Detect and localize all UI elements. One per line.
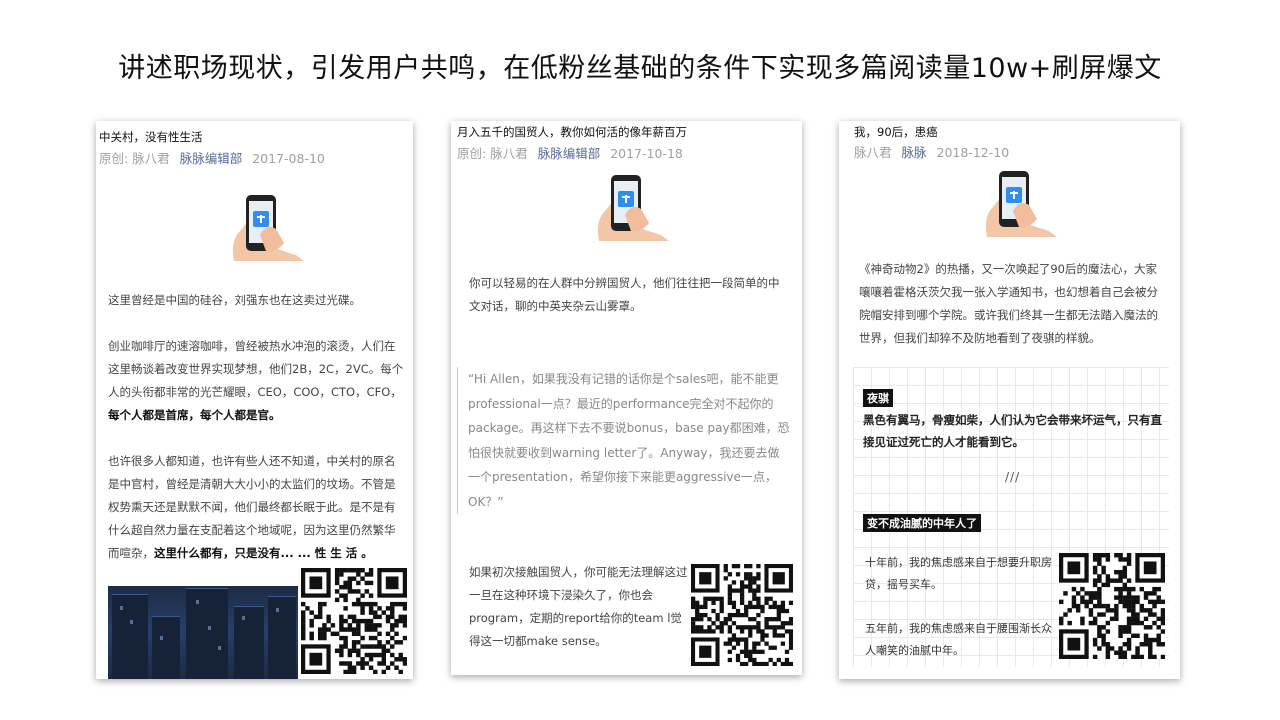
article-meta: 脉八君 脉脉 2018-12-10 — [854, 142, 1009, 161]
meta-prefix: 原创: — [457, 146, 487, 161]
article-title: 中关村，没有性生活 — [99, 130, 203, 144]
meta-date: 2017-10-18 — [610, 146, 683, 161]
qr-code-icon — [691, 564, 793, 666]
article-paragraph: 如果初次接触国贸人，你可能无法理解这过一旦在这种环境下浸染久了，你也会progr… — [469, 565, 688, 648]
city-night-image — [108, 586, 298, 679]
article-card-2: 月入五千的国贸人，教你如何活的像年薪百万 原创: 脉八君 脉脉编辑部 2017-… — [451, 121, 802, 675]
section-tag: 变不成油腻的中年人了 — [863, 514, 981, 532]
meta-account-link[interactable]: 脉脉编辑部 — [538, 146, 601, 161]
article-paragraph: 《神奇动物2》的热播，又一次唤起了90后的魔法心，大家嚷嚷着霍格沃茨欠我一张入学… — [859, 262, 1158, 345]
article-meta: 原创: 脉八君 脉脉编辑部 2017-10-18 — [457, 143, 683, 162]
article-paragraph: 你可以轻易的在人群中分辨国贸人，他们往往把一段简单的中文对话，聊的中英夹杂云山雾… — [469, 276, 780, 313]
meta-date: 2017-08-10 — [252, 151, 325, 166]
meta-account-link[interactable]: 脉脉 — [902, 145, 927, 160]
meta-date: 2018-12-10 — [936, 145, 1010, 160]
meta-author[interactable]: 脉八君 — [490, 146, 528, 161]
meta-author[interactable]: 脉八君 — [854, 145, 892, 160]
qr-code-icon — [301, 568, 407, 674]
article-card-3: 我，90后，患癌 脉八君 脉脉 2018-12-10 《神奇动物2》的热播，又一… — [839, 121, 1180, 679]
section-text: 十年前，我的焦虑感来自于想要升职房贷，摇号买车。 — [865, 556, 1052, 591]
meta-account-link[interactable]: 脉脉编辑部 — [180, 151, 243, 166]
section-text: 五年前，我的焦虑感来自于腰围渐长众人嘲笑的油腻中年。 — [865, 622, 1052, 657]
section-tag: 夜骐 — [863, 389, 893, 407]
phone-in-hand-icon — [985, 171, 1057, 237]
article-card-1: 中关村，没有性生活 原创: 脉八君 脉脉编辑部 2017-08-10 这里曾经是… — [96, 121, 413, 679]
article-paragraph: 创业咖啡厅的速溶咖啡，曾经被热水冲泡的滚烫，人们在这里畅谈着改变世界实现梦想，他… — [108, 339, 404, 422]
qr-code-icon — [1059, 553, 1165, 659]
article-paragraph: 这里曾经是中国的硅谷，刘强东也在这卖过光碟。 — [108, 293, 361, 307]
article-title: 月入五千的国贸人，教你如何活的像年薪百万 — [457, 125, 687, 139]
phone-in-hand-icon — [597, 175, 669, 241]
meta-author[interactable]: 脉八君 — [132, 151, 170, 166]
article-paragraph: 也许很多人都知道，也许有些人还不知道，中关村的原名是中官村，曾经是清朝大大小小的… — [108, 454, 396, 560]
section-text: 黑色有翼马，骨瘦如柴，人们认为它会带来坏运气，只有直接见证过死亡的人才能看到它。 — [863, 413, 1162, 449]
phone-in-hand-icon — [232, 195, 304, 261]
slide-title: 讲述职场现状，引发用户共鸣，在低粉丝基础的条件下实现多篇阅读量10w+刷屏爆文 — [118, 53, 1162, 84]
article-meta: 原创: 脉八君 脉脉编辑部 2017-08-10 — [99, 148, 325, 167]
article-quote: “Hi Allen，如果我没有记错的话你是个sales吧，能不能更profess… — [457, 367, 791, 514]
section-divider: /// — [1005, 470, 1021, 484]
meta-prefix: 原创: — [99, 151, 129, 166]
article-title: 我，90后，患癌 — [854, 125, 938, 139]
